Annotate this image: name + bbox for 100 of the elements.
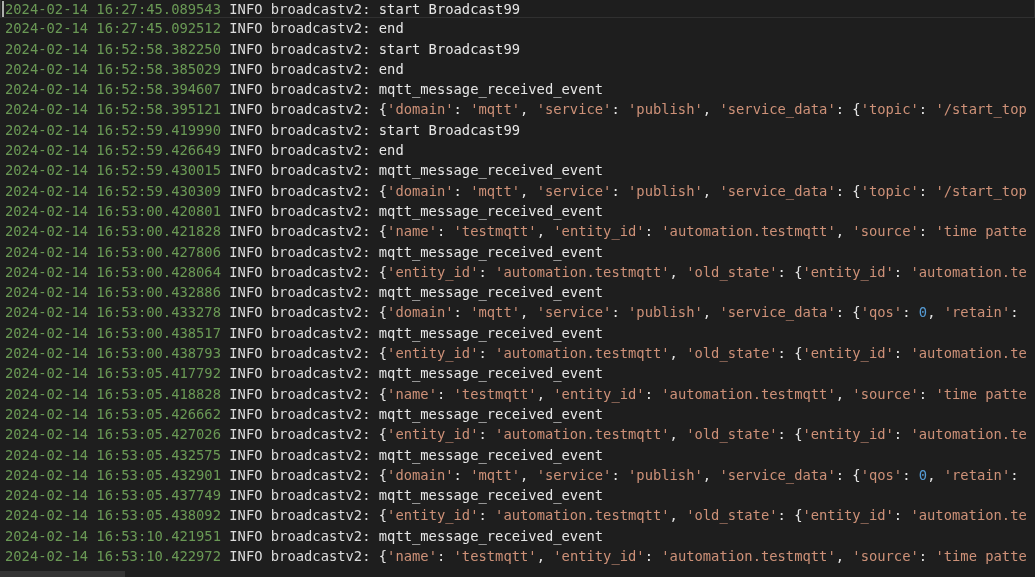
log-message: mqtt_message_received_event — [378, 364, 604, 384]
log-message: {'domain': 'mqtt', 'service': 'publish', 'service_data': {'qos': 0, 'retain': — [378, 303, 1019, 323]
logger-name: broadcastv2: — [270, 283, 371, 303]
logger-name: broadcastv2: — [270, 80, 371, 100]
log-message: end — [378, 59, 404, 79]
log-message: mqtt_message_received_event — [378, 445, 604, 465]
log-timestamp: 2024-02-14 16:53:05.438092 — [5, 506, 221, 526]
logger-name: broadcastv2: — [270, 0, 371, 18]
log-message: {'domain': 'mqtt', 'service': 'publish', 'service_data': {'topic': '/start_top — [378, 181, 1027, 201]
log-timestamp: 2024-02-14 16:53:00.438517 — [5, 323, 221, 343]
logger-name: broadcastv2: — [270, 364, 371, 384]
log-severity: INFO — [229, 222, 263, 242]
log-message: start Broadcast99 — [378, 0, 520, 18]
log-timestamp: 2024-02-14 16:52:59.430309 — [5, 181, 221, 201]
log-severity: INFO — [229, 59, 263, 79]
logger-name: broadcastv2: — [270, 262, 371, 282]
log-severity: INFO — [229, 344, 263, 364]
log-timestamp: 2024-02-14 16:52:59.430015 — [5, 161, 221, 181]
log-message: mqtt_message_received_event — [378, 486, 604, 506]
logger-name: broadcastv2: — [270, 181, 371, 201]
logger-name: broadcastv2: — [270, 344, 371, 364]
logger-name: broadcastv2: — [270, 384, 371, 404]
log-message: {'entity_id': 'automation.testmqtt', 'old_state': {'entity_id': 'automation.te — [378, 344, 1027, 364]
logger-name: broadcastv2: — [270, 59, 371, 79]
log-message: {'name': 'testmqtt', 'entity_id': 'automation.testmqtt', 'source': 'time patte — [378, 222, 1027, 242]
log-timestamp: 2024-02-14 16:53:05.427026 — [5, 425, 221, 445]
logger-name: broadcastv2: — [270, 547, 371, 566]
log-severity: INFO — [229, 506, 263, 526]
log-message: mqtt_message_received_event — [378, 201, 604, 222]
log-message: mqtt_message_received_event — [378, 161, 604, 181]
logger-name: broadcastv2: — [270, 39, 371, 59]
logger-name: broadcastv2: — [270, 465, 371, 485]
log-severity: INFO — [229, 526, 263, 546]
log-severity: INFO — [229, 80, 263, 100]
log-severity: INFO — [229, 404, 263, 424]
log-message: {'entity_id': 'automation.testmqtt', 'old_state': {'entity_id': 'automation.te — [378, 506, 1027, 526]
log-severity: INFO — [229, 39, 263, 59]
log-message: {'domain': 'mqtt', 'service': 'publish', 'service_data': {'qos': 0, 'retain': — [378, 465, 1019, 486]
log-message: start Broadcast99 — [378, 120, 520, 140]
logger-name: broadcastv2: — [270, 242, 371, 262]
log-message: mqtt_message_received_event — [378, 404, 604, 425]
log-severity: INFO — [229, 465, 263, 485]
log-severity: INFO — [229, 283, 263, 303]
log-timestamp: 2024-02-14 16:53:05.417792 — [5, 364, 221, 384]
log-severity: INFO — [229, 201, 263, 221]
log-message: end — [378, 19, 404, 39]
log-severity: INFO — [229, 181, 263, 201]
logger-name: broadcastv2: — [270, 100, 371, 120]
logger-name: broadcastv2: — [270, 141, 371, 161]
log-message: mqtt_message_received_event — [378, 80, 604, 100]
logger-name: broadcastv2: — [270, 19, 371, 39]
log-message: {'entity_id': 'automation.testmqtt', 'old_state': {'entity_id': 'automation.te — [378, 262, 1027, 283]
log-timestamp: 2024-02-14 16:53:10.422972 — [5, 547, 221, 566]
logger-name: broadcastv2: — [270, 425, 371, 445]
log-timestamp: 2024-02-14 16:53:05.426662 — [5, 404, 221, 424]
log-severity: INFO — [229, 303, 263, 323]
log-timestamp: 2024-02-14 16:53:00.427806 — [5, 242, 221, 262]
log-timestamp: 2024-02-14 16:27:45.092512 — [5, 19, 221, 39]
log-severity: INFO — [229, 547, 263, 566]
log-severity: INFO — [229, 323, 263, 343]
logger-name: broadcastv2: — [270, 161, 371, 181]
log-timestamp: 2024-02-14 16:52:59.419990 — [5, 120, 221, 140]
log-message: {'entity_id': 'automation.testmqtt', 'old_state': {'entity_id': 'automation.te — [378, 425, 1027, 445]
logger-name: broadcastv2: — [270, 323, 371, 343]
log-timestamp: 2024-02-14 16:52:58.385029 — [5, 59, 221, 79]
text-cursor — [2, 1, 4, 17]
log-severity: INFO — [229, 242, 263, 262]
logger-name: broadcastv2: — [270, 201, 371, 221]
log-message: mqtt_message_received_event — [378, 283, 604, 303]
log-message: mqtt_message_received_event — [378, 526, 604, 546]
log-message: {'name': 'testmqtt', 'entity_id': 'automation.testmqtt', 'source': 'time patte — [378, 384, 1027, 404]
log-severity: INFO — [229, 19, 263, 39]
log-severity: INFO — [229, 120, 263, 140]
log-timestamp: 2024-02-14 16:52:58.394607 — [5, 80, 221, 100]
log-timestamp: 2024-02-14 16:53:00.433278 — [5, 303, 221, 323]
log-timestamp: 2024-02-14 16:53:05.437749 — [5, 486, 221, 506]
logger-name: broadcastv2: — [270, 303, 371, 323]
log-message: mqtt_message_received_event — [378, 242, 604, 262]
logger-name: broadcastv2: — [270, 404, 371, 424]
log-severity: INFO — [229, 262, 263, 282]
log-message: end — [378, 141, 404, 161]
log-timestamp: 2024-02-14 16:52:59.426649 — [5, 141, 221, 161]
log-message: {'name': 'testmqtt', 'entity_id': 'automation.testmqtt', 'source': 'time patte — [378, 547, 1027, 567]
log-severity: INFO — [229, 486, 263, 506]
log-severity: INFO — [229, 0, 263, 18]
log-message: start Broadcast99 — [378, 39, 520, 59]
log-timestamp: 2024-02-14 16:53:05.432575 — [5, 445, 221, 465]
log-timestamp: 2024-02-14 16:53:10.421951 — [5, 526, 221, 546]
log-timestamp: 2024-02-14 16:53:05.432901 — [5, 465, 221, 485]
log-message: {'domain': 'mqtt', 'service': 'publish', 'service_data': {'topic': '/start_top — [378, 100, 1027, 120]
log-timestamp: 2024-02-14 16:53:05.418828 — [5, 384, 221, 404]
log-severity: INFO — [229, 141, 263, 161]
logger-name: broadcastv2: — [270, 486, 371, 506]
logger-name: broadcastv2: — [270, 526, 371, 546]
log-timestamp: 2024-02-14 16:53:00.428064 — [5, 262, 221, 282]
logger-name: broadcastv2: — [270, 120, 371, 140]
log-timestamp: 2024-02-14 16:53:00.438793 — [5, 344, 221, 364]
log-timestamp: 2024-02-14 16:52:58.382250 — [5, 39, 221, 59]
logger-name: broadcastv2: — [270, 506, 371, 526]
log-severity: INFO — [229, 161, 263, 181]
